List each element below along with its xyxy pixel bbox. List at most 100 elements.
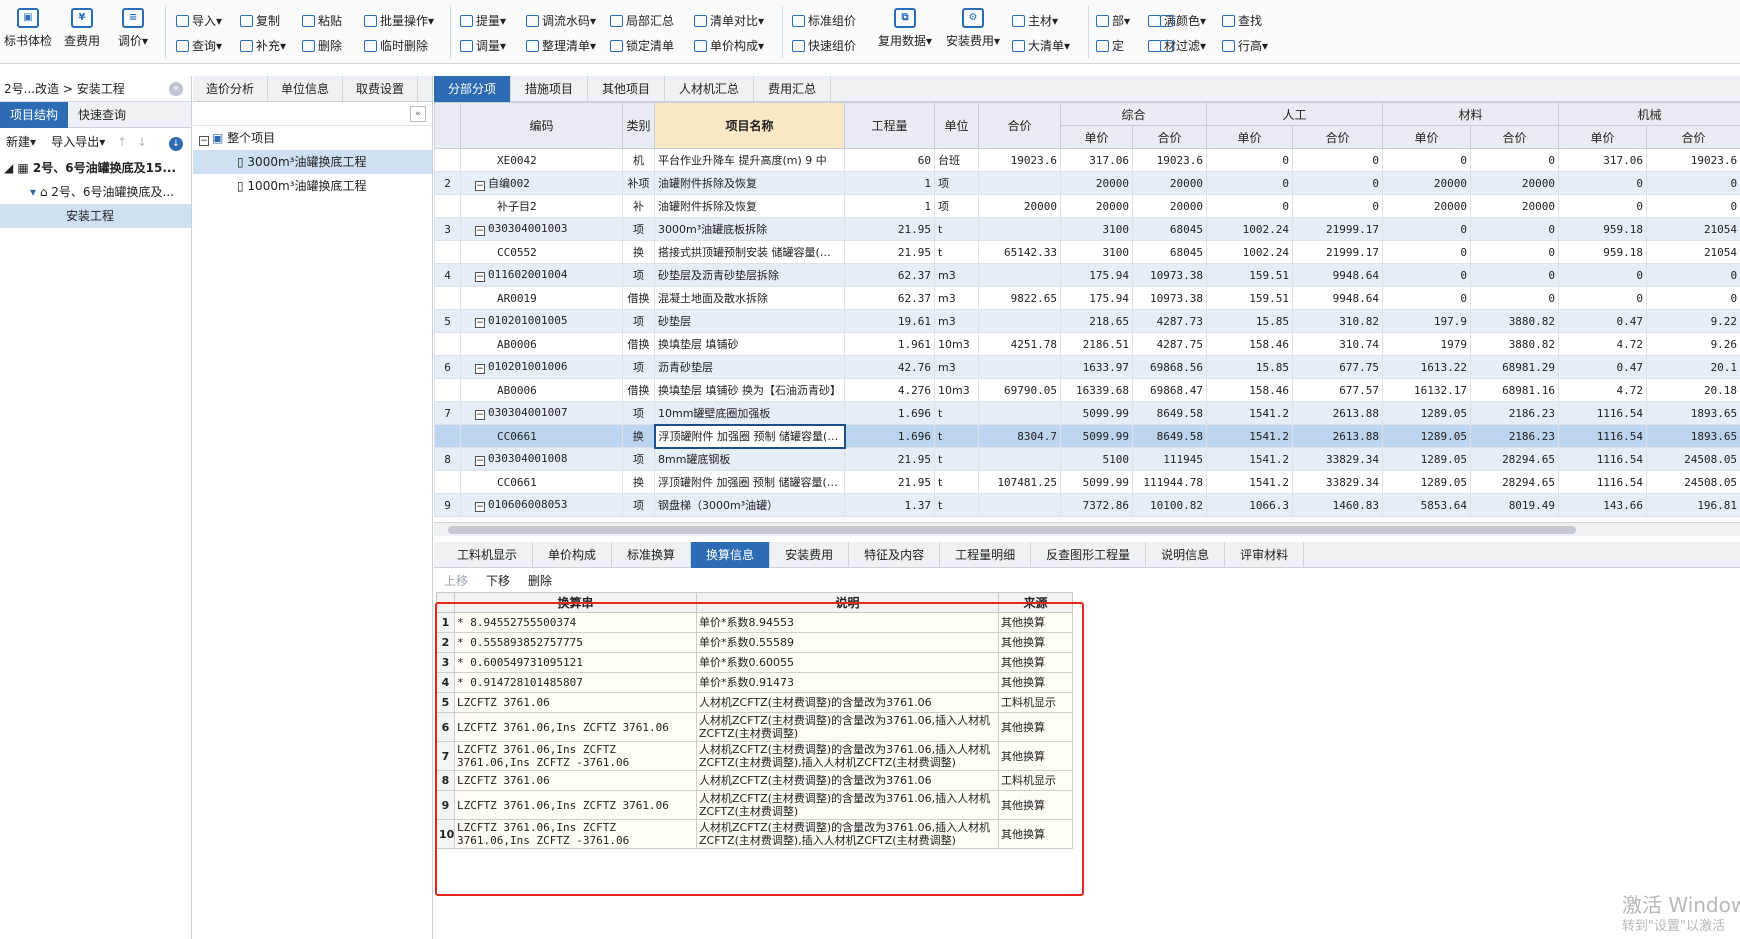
cell-name[interactable]: 3000m³油罐底板拆除 <box>654 217 845 241</box>
cell-total[interactable]: 65142.33 <box>978 240 1061 264</box>
collapse-icon[interactable]: ◢ <box>4 161 17 175</box>
cell-m2[interactable]: 3880.82 <box>1470 332 1560 356</box>
import-button[interactable]: 导入▾ <box>176 12 222 29</box>
cell-m2[interactable]: 20000 <box>1470 171 1560 195</box>
copy-button[interactable]: 复制 <box>240 12 280 29</box>
cell-j2[interactable]: 0 <box>1646 263 1740 287</box>
cell-l2[interactable]: 310.82 <box>1292 309 1384 333</box>
supplement-button[interactable]: 补充▾ <box>240 37 286 54</box>
main-material-button[interactable]: 主材▾ <box>1012 12 1058 29</box>
conv-desc[interactable]: 人材机ZCFTZ(主材费调整)的含量改为3761.06 <box>696 692 999 713</box>
conv-string[interactable]: LZCFTZ 3761.06,Ins ZCFTZ 3761.06 <box>454 712 697 742</box>
cell-qty[interactable]: 1 <box>844 171 935 195</box>
tab-labor-material-display[interactable]: 工料机显示 <box>442 542 534 568</box>
tab-fee-summary[interactable]: 费用汇总 <box>754 76 832 102</box>
cell-c2[interactable]: 111944.78 <box>1131 470 1208 494</box>
conv-source[interactable]: 其他换算 <box>998 612 1073 633</box>
tree-item-1000[interactable]: ▯ 1000m³油罐换底工程 <box>193 174 432 198</box>
cell-unit[interactable]: m3 <box>934 263 979 287</box>
table-row[interactable]: 6 −010201001006 项 沥青砂垫层 42.76 m3 1633.97 69868.… <box>434 355 1740 379</box>
cell-total[interactable]: 4251.78 <box>978 332 1061 356</box>
cell-m2[interactable]: 3880.82 <box>1470 309 1560 333</box>
cell-m2[interactable]: 2186.23 <box>1470 401 1560 425</box>
collapse-icon[interactable]: ▾ <box>30 185 40 199</box>
cell-l1[interactable]: 158.46 <box>1206 332 1294 356</box>
cell-unit[interactable]: 10m3 <box>934 332 979 356</box>
cell-qty[interactable]: 1.37 <box>844 493 935 517</box>
cell-unit[interactable]: t <box>934 424 979 448</box>
conv-idx[interactable]: 10 <box>436 819 455 849</box>
header-type[interactable]: 类别 <box>622 102 655 149</box>
cell-no[interactable]: 2 <box>434 171 461 195</box>
cell-name[interactable]: 平台作业升降车 提升高度(m) 9 中 <box>654 148 845 172</box>
cell-code[interactable]: XE0042 <box>460 148 623 172</box>
cell-c2[interactable]: 20000 <box>1131 194 1208 218</box>
arrow-up-icon[interactable]: ↑ <box>117 135 127 149</box>
conv-source[interactable]: 其他换算 <box>998 819 1073 849</box>
cell-qty[interactable]: 1.696 <box>844 424 935 448</box>
conv-idx[interactable]: 6 <box>436 712 455 742</box>
tab-review-material[interactable]: 评审材料 <box>1225 542 1305 568</box>
conv-desc[interactable]: 人材机ZCFTZ(主材费调整)的含量改为3761.06,插入人材机ZCFTZ(主… <box>696 819 999 849</box>
fix-button[interactable]: 定 <box>1096 37 1124 54</box>
cell-m1[interactable]: 1613.22 <box>1382 355 1472 379</box>
cell-name[interactable]: 油罐附件拆除及恢复 <box>654 194 845 218</box>
cell-m2[interactable]: 28294.65 <box>1470 470 1560 494</box>
cell-qty[interactable]: 62.37 <box>844 286 935 310</box>
cell-l1[interactable]: 1002.24 <box>1206 217 1294 241</box>
tab-conversion-info[interactable]: 换算信息 <box>691 542 771 568</box>
cell-type[interactable]: 换 <box>622 424 655 448</box>
collapse-icon[interactable]: − <box>475 181 485 191</box>
tab-features[interactable]: 特征及内容 <box>849 542 941 568</box>
cell-l1[interactable]: 15.85 <box>1206 309 1294 333</box>
cell-total[interactable]: 19023.6 <box>978 148 1061 172</box>
cell-l2[interactable]: 33829.34 <box>1292 470 1384 494</box>
cell-m2[interactable]: 0 <box>1470 217 1560 241</box>
cell-code[interactable]: −030304001003 <box>460 217 623 241</box>
collapse-icon[interactable]: − <box>475 364 485 374</box>
cell-j1[interactable]: 1116.54 <box>1558 424 1648 448</box>
cell-j1[interactable]: 1116.54 <box>1558 401 1648 425</box>
conv-desc[interactable]: 人材机ZCFTZ(主材费调整)的含量改为3761.06 <box>696 770 999 791</box>
cell-l2[interactable]: 1460.83 <box>1292 493 1384 517</box>
cell-j2[interactable]: 1893.65 <box>1646 424 1740 448</box>
cell-l1[interactable]: 15.85 <box>1206 355 1294 379</box>
table-row[interactable]: CC0552 换 搭接式拱顶罐预制安装 储罐容量(m3… 21.95 t 65142.33… <box>434 240 1740 264</box>
conv-string[interactable]: LZCFTZ 3761.06 <box>454 770 697 791</box>
cell-j1[interactable]: 317.06 <box>1558 148 1648 172</box>
row-height-button[interactable]: 行高▾ <box>1222 37 1268 54</box>
cell-j1[interactable]: 0.47 <box>1558 309 1648 333</box>
cell-m1[interactable]: 1289.05 <box>1382 447 1472 471</box>
header-name[interactable]: 项目名称 <box>654 102 845 149</box>
tab-cost-analysis[interactable]: 造价分析 <box>193 76 269 102</box>
header-unit[interactable]: 单位 <box>934 102 979 149</box>
cell-m1[interactable]: 16132.17 <box>1382 378 1472 402</box>
conv-desc[interactable]: 单价*系数8.94553 <box>696 612 999 633</box>
header-unit-price[interactable]: 单价 <box>1382 125 1472 149</box>
cell-m2[interactable]: 68981.16 <box>1470 378 1560 402</box>
cell-unit[interactable]: t <box>934 217 979 241</box>
cell-j1[interactable]: 959.18 <box>1558 240 1648 264</box>
tab-install-fee[interactable]: 安装费用 <box>770 542 850 568</box>
conv-idx[interactable]: 2 <box>436 632 455 653</box>
table-row[interactable]: 4 −011602001004 项 砂垫层及沥青砂垫层拆除 62.37 m3 175.94 1… <box>434 263 1740 287</box>
cell-l2[interactable]: 0 <box>1292 194 1384 218</box>
conv-source[interactable]: 工料机显示 <box>998 770 1073 791</box>
cell-l1[interactable]: 0 <box>1206 148 1294 172</box>
cell-type[interactable]: 补项 <box>622 171 655 195</box>
cell-no[interactable] <box>434 424 461 448</box>
cell-name[interactable]: 钢盘梯（3000m³油罐） <box>654 493 845 517</box>
cell-name[interactable]: 浮顶罐附件 加强圈 预制 储罐容量(m… <box>654 470 845 494</box>
cell-qty[interactable]: 21.95 <box>844 240 935 264</box>
cell-c2[interactable]: 10973.38 <box>1131 263 1208 287</box>
cell-qty[interactable]: 21.95 <box>844 447 935 471</box>
cell-c2[interactable]: 10100.82 <box>1131 493 1208 517</box>
cell-code[interactable]: −010201001005 <box>460 309 623 333</box>
cell-code[interactable]: AB0006 <box>460 378 623 402</box>
conv-source[interactable]: 工料机显示 <box>998 692 1073 713</box>
cell-l2[interactable]: 0 <box>1292 171 1384 195</box>
tree-item-3000[interactable]: ▯ 3000m³油罐换底工程 <box>193 150 432 174</box>
cell-unit[interactable]: 项 <box>934 171 979 195</box>
install-fee-button[interactable]: ⚙ 安装费用▾ <box>946 8 1000 49</box>
table-row[interactable]: 7 −030304001007 项 10mm罐壁底圈加强板 1.696 t 5099.99 8… <box>434 401 1740 425</box>
